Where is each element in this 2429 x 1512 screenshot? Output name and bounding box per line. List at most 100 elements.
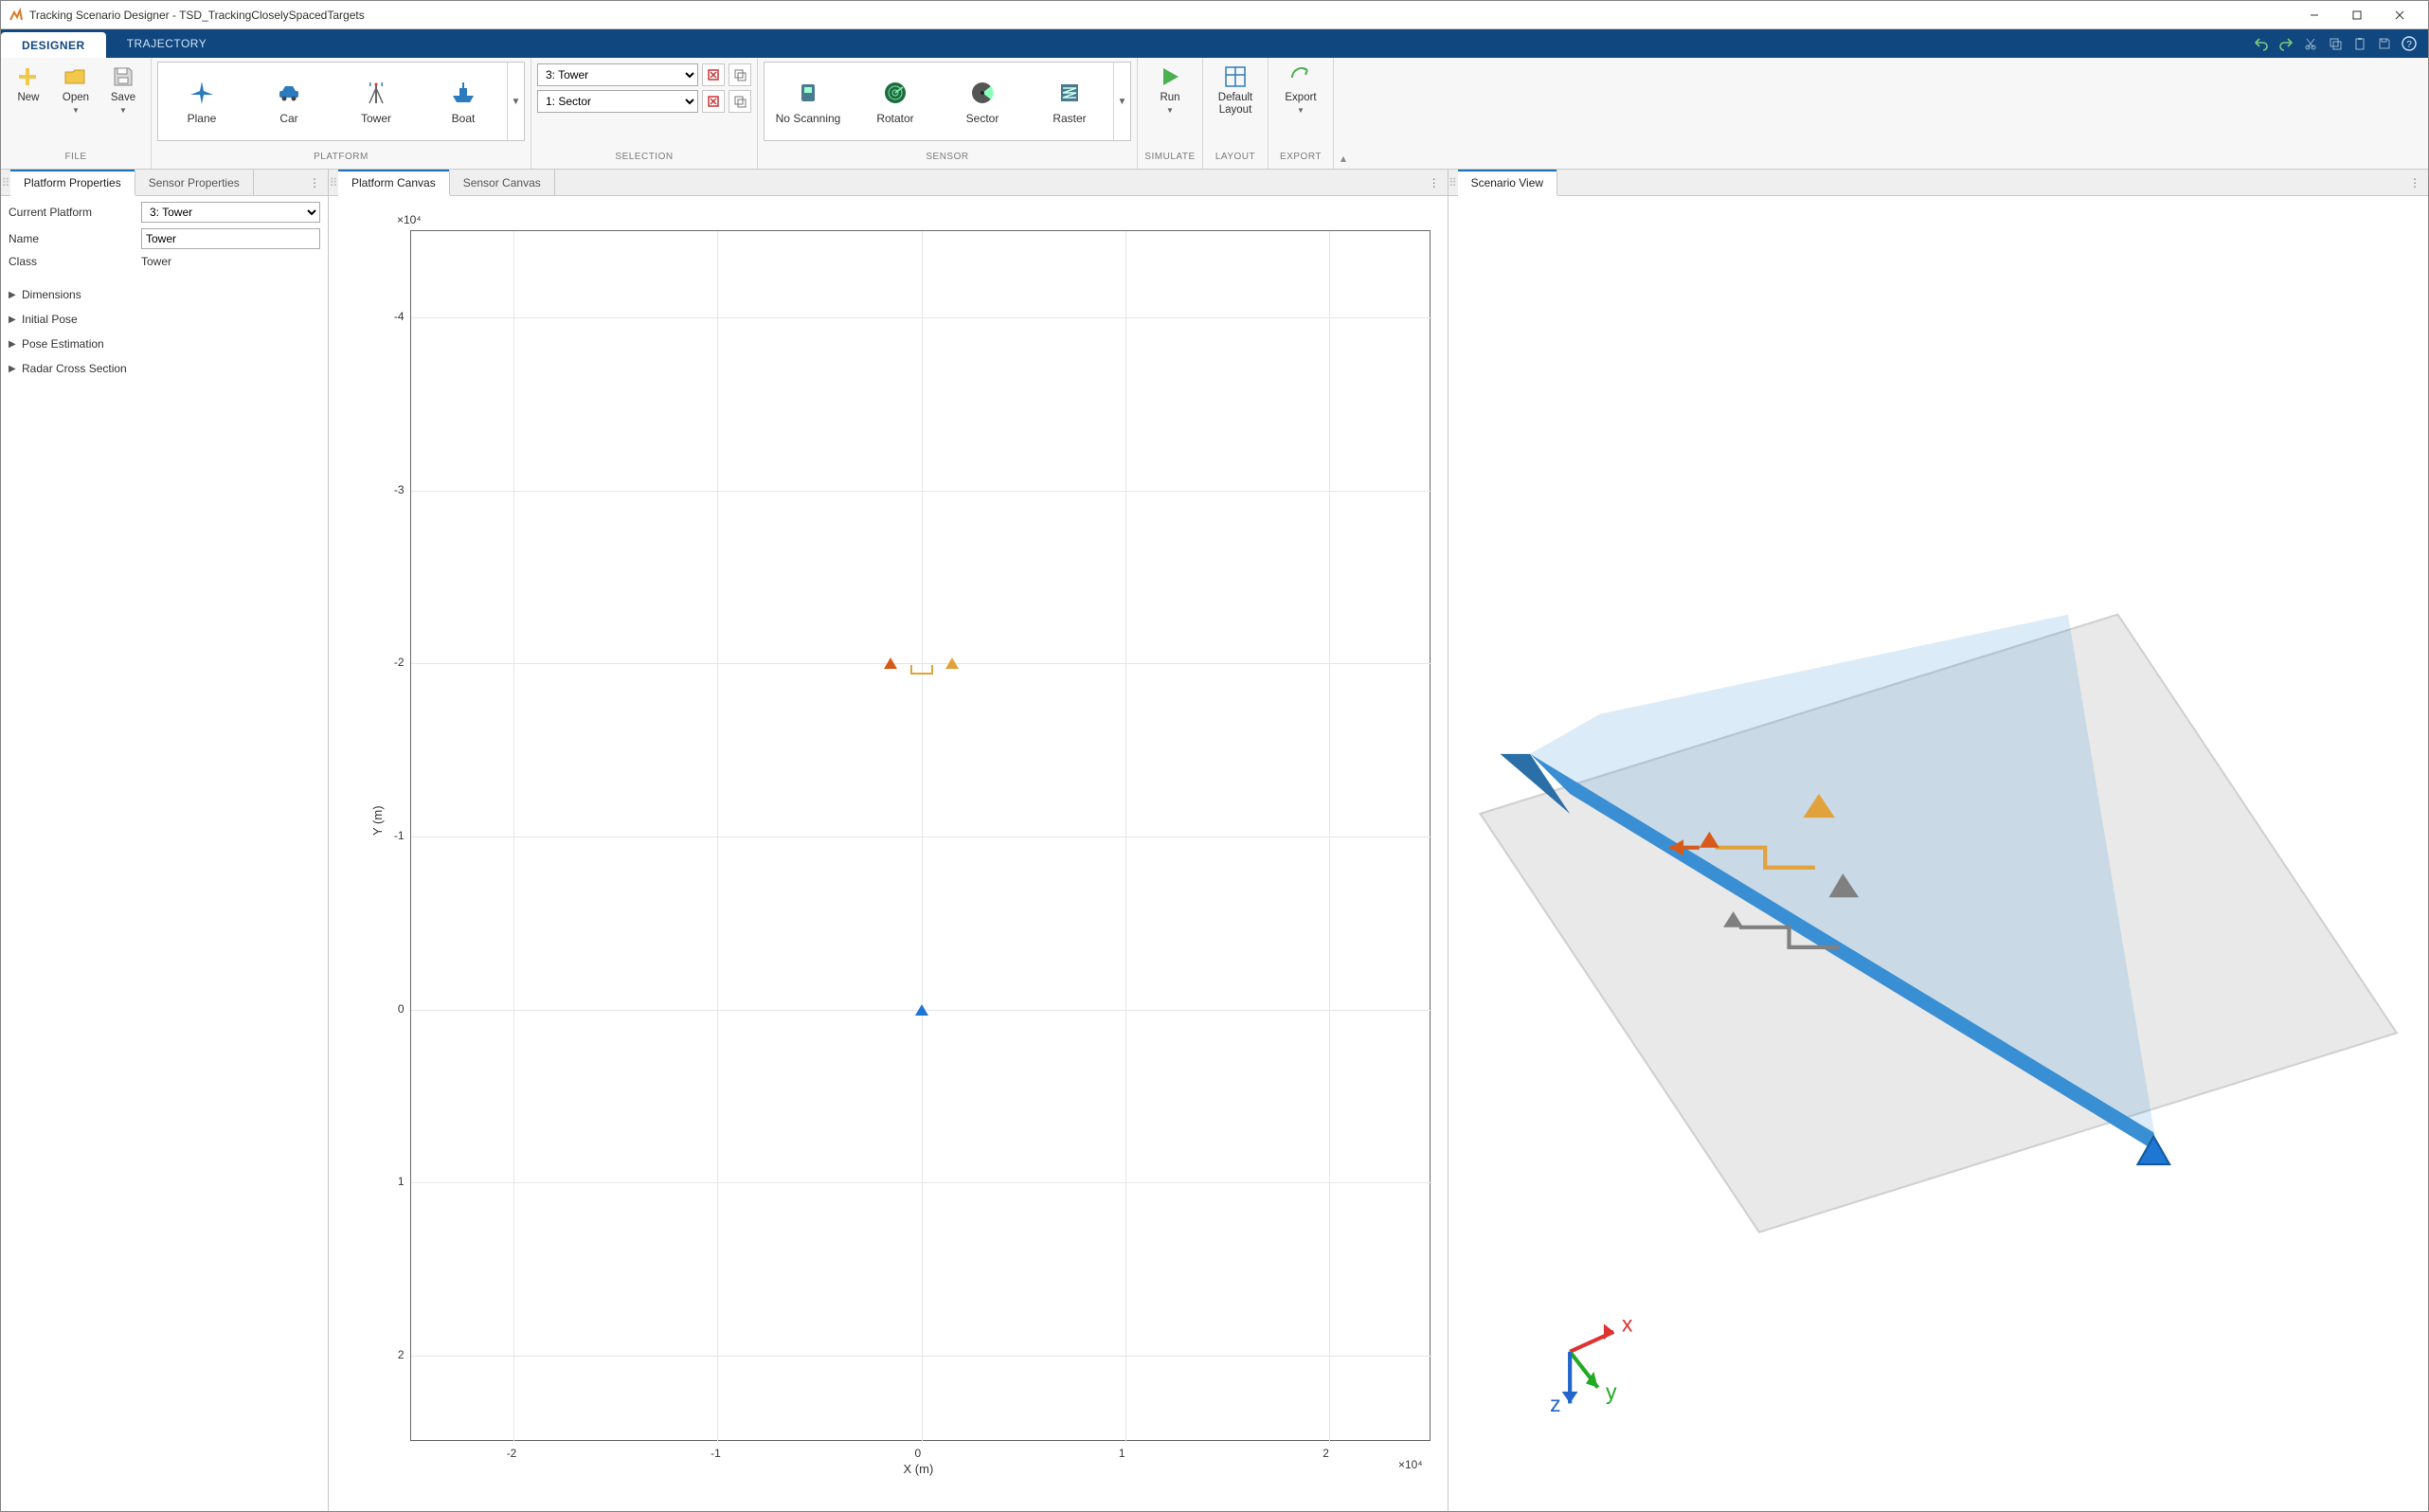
section-initial-pose[interactable]: ▶Initial Pose <box>9 310 320 329</box>
axis-y-label: y <box>1606 1379 1617 1404</box>
sensor-item-sector[interactable]: Sector <box>939 63 1026 140</box>
sensor-item-rotator[interactable]: Rotator <box>852 63 939 140</box>
group-label-selection: SELECTION <box>537 152 751 169</box>
platform-item-tower[interactable]: Tower <box>333 63 420 140</box>
open-folder-icon <box>63 63 89 90</box>
chevron-down-icon: ▼ <box>72 106 80 115</box>
paste-icon[interactable] <box>2350 34 2369 53</box>
sensor-item-noscanning[interactable]: No Scanning <box>765 63 852 140</box>
new-button[interactable]: New <box>7 62 50 106</box>
open-button[interactable]: Open ▼ <box>54 62 98 117</box>
tab-designer[interactable]: DESIGNER <box>1 32 106 58</box>
scenario-3d-view[interactable]: x y z <box>1448 196 2428 1511</box>
matlab-icon <box>9 8 24 23</box>
left-panel-tabs: ⠿ Platform Properties Sensor Properties … <box>1 170 328 196</box>
new-file-icon <box>15 63 42 90</box>
tower-icon <box>361 78 391 108</box>
panel-more-icon[interactable]: ⋮ <box>2402 170 2428 195</box>
tab-platform-canvas[interactable]: Platform Canvas <box>338 171 450 196</box>
platform-item-car[interactable]: Car <box>245 63 333 140</box>
car-icon <box>274 78 304 108</box>
tab-trajectory[interactable]: TRAJECTORY <box>106 29 228 58</box>
sensor-gallery: No Scanning Rotator Sector Raster <box>764 62 1131 141</box>
tab-platform-properties[interactable]: Platform Properties <box>10 171 135 196</box>
tab-sensor-canvas[interactable]: Sensor Canvas <box>450 170 555 195</box>
axis-z-label: z <box>1550 1392 1561 1416</box>
save-disk-icon <box>110 63 136 90</box>
grip-icon[interactable]: ⠿ <box>1 170 10 195</box>
platform-canvas[interactable]: -2-1012-4-3-2-1012×10⁴×10⁴X (m)Y (m) <box>329 196 1448 1511</box>
grip-icon[interactable]: ⠿ <box>1448 170 1458 195</box>
group-label-simulate: SIMULATE <box>1143 152 1197 169</box>
group-label-platform: PLATFORM <box>157 152 525 169</box>
toolstrip-group-simulate: Run ▼ SIMULATE <box>1138 58 1203 169</box>
cut-icon[interactable] <box>2301 34 2320 53</box>
svg-text:?: ? <box>2406 40 2412 50</box>
right-panel-tabs: ⠿ Scenario View ⋮ <box>1448 170 2428 196</box>
copy-icon[interactable] <box>2326 34 2345 53</box>
toolstrip-group-platform: Plane Car Tower Boat <box>152 58 531 169</box>
group-label-export: EXPORT <box>1274 152 1327 169</box>
save-button[interactable]: Save ▼ <box>101 62 145 117</box>
group-label-sensor: SENSOR <box>764 152 1131 169</box>
default-layout-button[interactable]: DefaultLayout <box>1209 62 1262 117</box>
panel-more-icon[interactable]: ⋮ <box>301 170 328 195</box>
raster-icon <box>1054 78 1085 108</box>
delete-platform-button[interactable] <box>702 63 725 86</box>
right-column: ⠿ Scenario View ⋮ <box>1448 170 2428 1511</box>
plane-icon <box>187 78 217 108</box>
rotator-icon <box>880 78 910 108</box>
section-dimensions[interactable]: ▶Dimensions <box>9 285 320 304</box>
redo-icon[interactable] <box>2276 34 2295 53</box>
sensor-item-raster[interactable]: Raster <box>1026 63 1113 140</box>
current-platform-dropdown[interactable]: 3: Tower <box>141 202 320 223</box>
run-button[interactable]: Run ▼ <box>1143 62 1197 117</box>
chart-marker[interactable] <box>915 1004 928 1016</box>
selection-platform-dropdown[interactable]: 3: Tower <box>537 63 698 86</box>
boat-icon <box>448 78 478 108</box>
title-bar: Tracking Scenario Designer - TSD_Trackin… <box>1 1 2428 29</box>
selection-sensor-dropdown[interactable]: 1: Sector <box>537 90 698 113</box>
sector-icon <box>967 78 998 108</box>
label-current-platform: Current Platform <box>9 206 134 219</box>
minimize-button[interactable] <box>2293 2 2335 28</box>
tab-scenario-view[interactable]: Scenario View <box>1458 171 1558 196</box>
platform-properties-panel: Current Platform 3: Tower Name Class Tow… <box>1 196 328 384</box>
section-pose-estimation[interactable]: ▶Pose Estimation <box>9 334 320 353</box>
help-icon[interactable]: ? <box>2400 34 2419 53</box>
grip-icon[interactable]: ⠿ <box>329 170 338 195</box>
platform-item-boat[interactable]: Boat <box>420 63 507 140</box>
delete-sensor-button[interactable] <box>702 90 725 113</box>
group-label-file: FILE <box>7 152 145 169</box>
platform-item-plane[interactable]: Plane <box>158 63 245 140</box>
no-scanning-icon <box>793 78 823 108</box>
export-arrow-icon <box>1287 63 1314 90</box>
platform-gallery: Plane Car Tower Boat <box>157 62 525 141</box>
duplicate-sensor-button[interactable] <box>729 90 751 113</box>
chart-marker[interactable] <box>945 657 959 669</box>
close-button[interactable] <box>2378 2 2420 28</box>
undo-icon[interactable] <box>2252 34 2271 53</box>
main-area: ⠿ Platform Properties Sensor Properties … <box>1 170 2428 1511</box>
mid-column: ⠿ Platform Canvas Sensor Canvas ⋮ -2-101… <box>329 170 1448 1511</box>
toolstrip-group-export: Export ▼ EXPORT <box>1268 58 1334 169</box>
export-button[interactable]: Export ▼ <box>1274 62 1327 117</box>
layout-grid-icon <box>1222 63 1249 90</box>
platform-name-input[interactable] <box>141 228 320 249</box>
toolstrip-collapse-icon[interactable]: ▴ <box>1334 58 1353 169</box>
panel-more-icon[interactable]: ⋮ <box>1421 170 1448 195</box>
maximize-button[interactable] <box>2335 2 2378 28</box>
sensor-gallery-dropdown[interactable]: ▼ <box>1113 63 1130 140</box>
window-title: Tracking Scenario Designer - TSD_Trackin… <box>29 9 365 22</box>
mid-panel-tabs: ⠿ Platform Canvas Sensor Canvas ⋮ <box>329 170 1448 196</box>
chart-marker[interactable] <box>884 657 897 669</box>
toolstrip-group-layout: DefaultLayout LAYOUT <box>1203 58 1268 169</box>
save-quick-icon[interactable] <box>2375 34 2394 53</box>
chevron-down-icon: ▼ <box>1297 106 1304 115</box>
platform-gallery-dropdown[interactable]: ▼ <box>507 63 524 140</box>
duplicate-platform-button[interactable] <box>729 63 751 86</box>
group-label-layout: LAYOUT <box>1209 152 1262 169</box>
toolstrip-group-file: New Open ▼ Save ▼ FILE <box>1 58 152 169</box>
section-rcs[interactable]: ▶Radar Cross Section <box>9 359 320 378</box>
tab-sensor-properties[interactable]: Sensor Properties <box>135 170 254 195</box>
